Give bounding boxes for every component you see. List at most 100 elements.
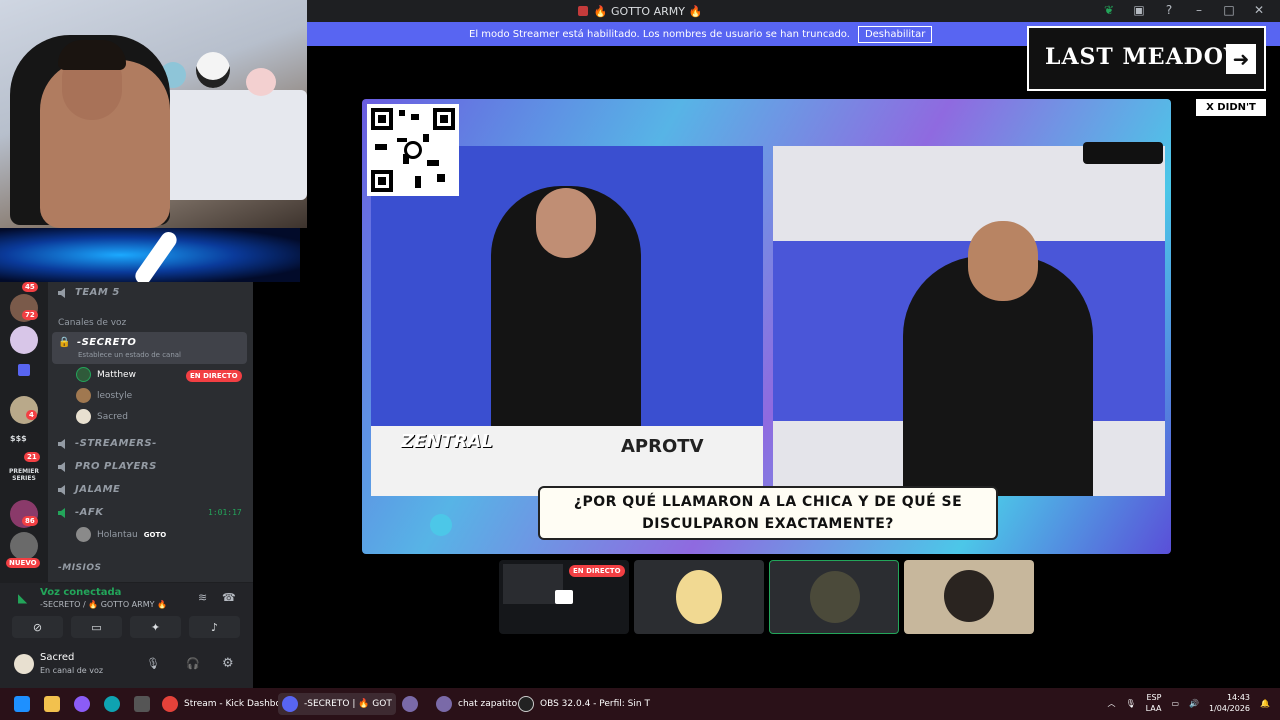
webcam-overlay-swoosh: [0, 228, 300, 282]
language-indicator[interactable]: ESP LAA: [1146, 692, 1162, 714]
dark-avatar: [810, 571, 860, 623]
thumbnail-user-avatar-2[interactable]: [769, 560, 899, 634]
channel-name: PRO PLAYERS: [75, 461, 157, 472]
aprotv-logo: APROTV: [621, 436, 704, 457]
screen-share-button[interactable]: ▭: [71, 616, 122, 638]
voice-user-holantau[interactable]: Holantau GOTO: [76, 527, 166, 542]
channel-misios[interactable]: -MISIOS: [58, 563, 102, 573]
avatar: [76, 388, 91, 403]
unread-badge: 86: [22, 516, 38, 526]
volume-icon[interactable]: 🔊: [1189, 699, 1199, 708]
voice-user-sacred[interactable]: Sacred: [76, 409, 128, 424]
voice-user-matthew[interactable]: Matthew: [76, 367, 136, 382]
copilot-icon: [74, 696, 90, 712]
taskbar-app[interactable]: [398, 693, 422, 715]
gear-icon[interactable]: ⚙: [222, 656, 234, 671]
minimize-icon[interactable]: –: [1192, 3, 1206, 17]
disable-streamer-mode-button[interactable]: Deshabilitar: [857, 25, 933, 43]
discord-icon: [282, 696, 298, 712]
taskbar-label: -SECRETO | 🔥 GOT: [304, 699, 392, 709]
microphone-icon[interactable]: 🎙: [146, 657, 160, 670]
category-voice-channels[interactable]: Canales de voz: [58, 318, 126, 328]
start-button[interactable]: [10, 693, 34, 715]
channel-team5[interactable]: TEAM 5: [58, 287, 120, 298]
money-server[interactable]: $$$: [10, 434, 27, 443]
user-name: Holantau: [97, 529, 138, 540]
headphones-icon[interactable]: 🎧: [186, 657, 200, 670]
taskbar-edge[interactable]: [100, 693, 124, 715]
windows-icon: [14, 696, 30, 712]
channel-afk[interactable]: -AFK: [58, 507, 103, 518]
activities-button[interactable]: ✦: [130, 616, 181, 638]
swoosh-slash: [132, 228, 180, 282]
leaf-icon[interactable]: ❦: [1102, 3, 1116, 17]
help-icon[interactable]: ?: [1162, 3, 1176, 17]
channel-jalame[interactable]: JALAME: [58, 484, 120, 495]
close-icon[interactable]: ✕: [1252, 3, 1266, 17]
noise-suppression-icon[interactable]: ≋: [198, 591, 207, 604]
taskbar-store[interactable]: [130, 693, 154, 715]
network-icon[interactable]: ▭: [1171, 699, 1179, 708]
taskbar-discord[interactable]: -SECRETO | 🔥 GOT: [278, 693, 396, 715]
channel-secreto[interactable]: 🔒 -SECRETO: [58, 337, 136, 348]
channel-name: -SECRETO: [76, 337, 137, 348]
streamer-webcam: [0, 0, 307, 228]
sunglasses-overlay: [1083, 142, 1163, 164]
server-icon-2[interactable]: [10, 326, 38, 354]
avatar: [76, 527, 91, 542]
disconnect-icon[interactable]: ☎: [222, 591, 236, 604]
live-badge: EN DIRECTO: [186, 370, 242, 382]
soundboard-button[interactable]: ♪: [189, 616, 240, 638]
obs-icon: [518, 696, 534, 712]
channel-status-hint[interactable]: Establece un estado de canal: [78, 351, 181, 359]
microphone-icon[interactable]: 🎙: [1126, 699, 1136, 708]
taskbar-copilot[interactable]: [70, 693, 94, 715]
user-name: Sacred: [97, 411, 128, 422]
avatar[interactable]: [14, 654, 34, 674]
premier-series-server[interactable]: PREMIER SERIES: [6, 468, 42, 482]
unread-badge: 72: [22, 310, 38, 320]
clock[interactable]: 14:43 1/04/2026: [1209, 692, 1250, 714]
taskbar-obs[interactable]: OBS 32.0.4 - Perfil: Sin T: [514, 693, 654, 715]
stream-video[interactable]: ZENTRAL APROTV ¿POR QUÉ LLAMARON A LA CH…: [362, 99, 1171, 554]
taskbar-label: OBS 32.0.4 - Perfil: Sin T: [540, 699, 650, 709]
window-title: 🔥 GOTTO ARMY 🔥: [593, 4, 703, 18]
camera-off-button[interactable]: ⊘: [12, 616, 63, 638]
desktop: 🔥 GOTTO ARMY 🔥 ❦ ▣ ? – □ ✕ El modo Strea…: [0, 0, 1280, 720]
taskbar-chat[interactable]: chat zapatito: [432, 693, 521, 715]
taskbar-file-explorer[interactable]: [40, 693, 64, 715]
inbox-icon[interactable]: ▣: [1132, 3, 1146, 17]
qr-code: [367, 104, 459, 196]
right-host-head: [968, 221, 1038, 301]
folder-icon: [44, 696, 60, 712]
last-meadow-banner[interactable]: LAST MEADOW ➜: [1027, 26, 1266, 91]
channel-name: -STREAMERS-: [75, 438, 157, 449]
username: Sacred: [40, 652, 75, 663]
voice-actions: ⊘ ▭ ✦ ♪: [12, 616, 240, 638]
speaker-icon: [58, 438, 65, 449]
thumbnail-screen-share[interactable]: EN DIRECTO: [499, 560, 629, 634]
channel-streamers[interactable]: -STREAMERS-: [58, 438, 157, 449]
voice-status[interactable]: Voz conectada: [40, 587, 121, 598]
user-status: En canal de voz: [40, 666, 104, 675]
avatar: [76, 367, 91, 382]
left-camera-pane: ZENTRAL APROTV: [371, 146, 763, 496]
voice-user-leostyle[interactable]: leostyle: [76, 388, 132, 403]
user-tag: GOTO: [143, 530, 167, 539]
plush-toy: [196, 52, 230, 88]
maximize-icon[interactable]: □: [1222, 3, 1236, 17]
channel-pro-players[interactable]: PRO PLAYERS: [58, 461, 157, 472]
chevron-up-icon[interactable]: ︿: [1108, 698, 1116, 709]
anime-avatar: [676, 570, 722, 624]
server-icon-5[interactable]: [10, 532, 38, 560]
arrow-right-icon[interactable]: ➜: [1226, 44, 1256, 74]
voice-channel-name: -SECRETO / 🔥 GOTTO ARMY 🔥: [40, 600, 167, 609]
speaker-icon: [58, 484, 65, 495]
thumbnail-user-avatar-3[interactable]: [904, 560, 1034, 634]
user-name: leostyle: [97, 390, 133, 401]
caption-line-2: DISCULPARON EXACTAMENTE?: [642, 516, 894, 532]
notification-icon[interactable]: 🔔: [1260, 699, 1270, 708]
edge-icon: [104, 696, 120, 712]
thumbnail-user-avatar-1[interactable]: [634, 560, 764, 634]
folder-icon[interactable]: [18, 364, 30, 376]
